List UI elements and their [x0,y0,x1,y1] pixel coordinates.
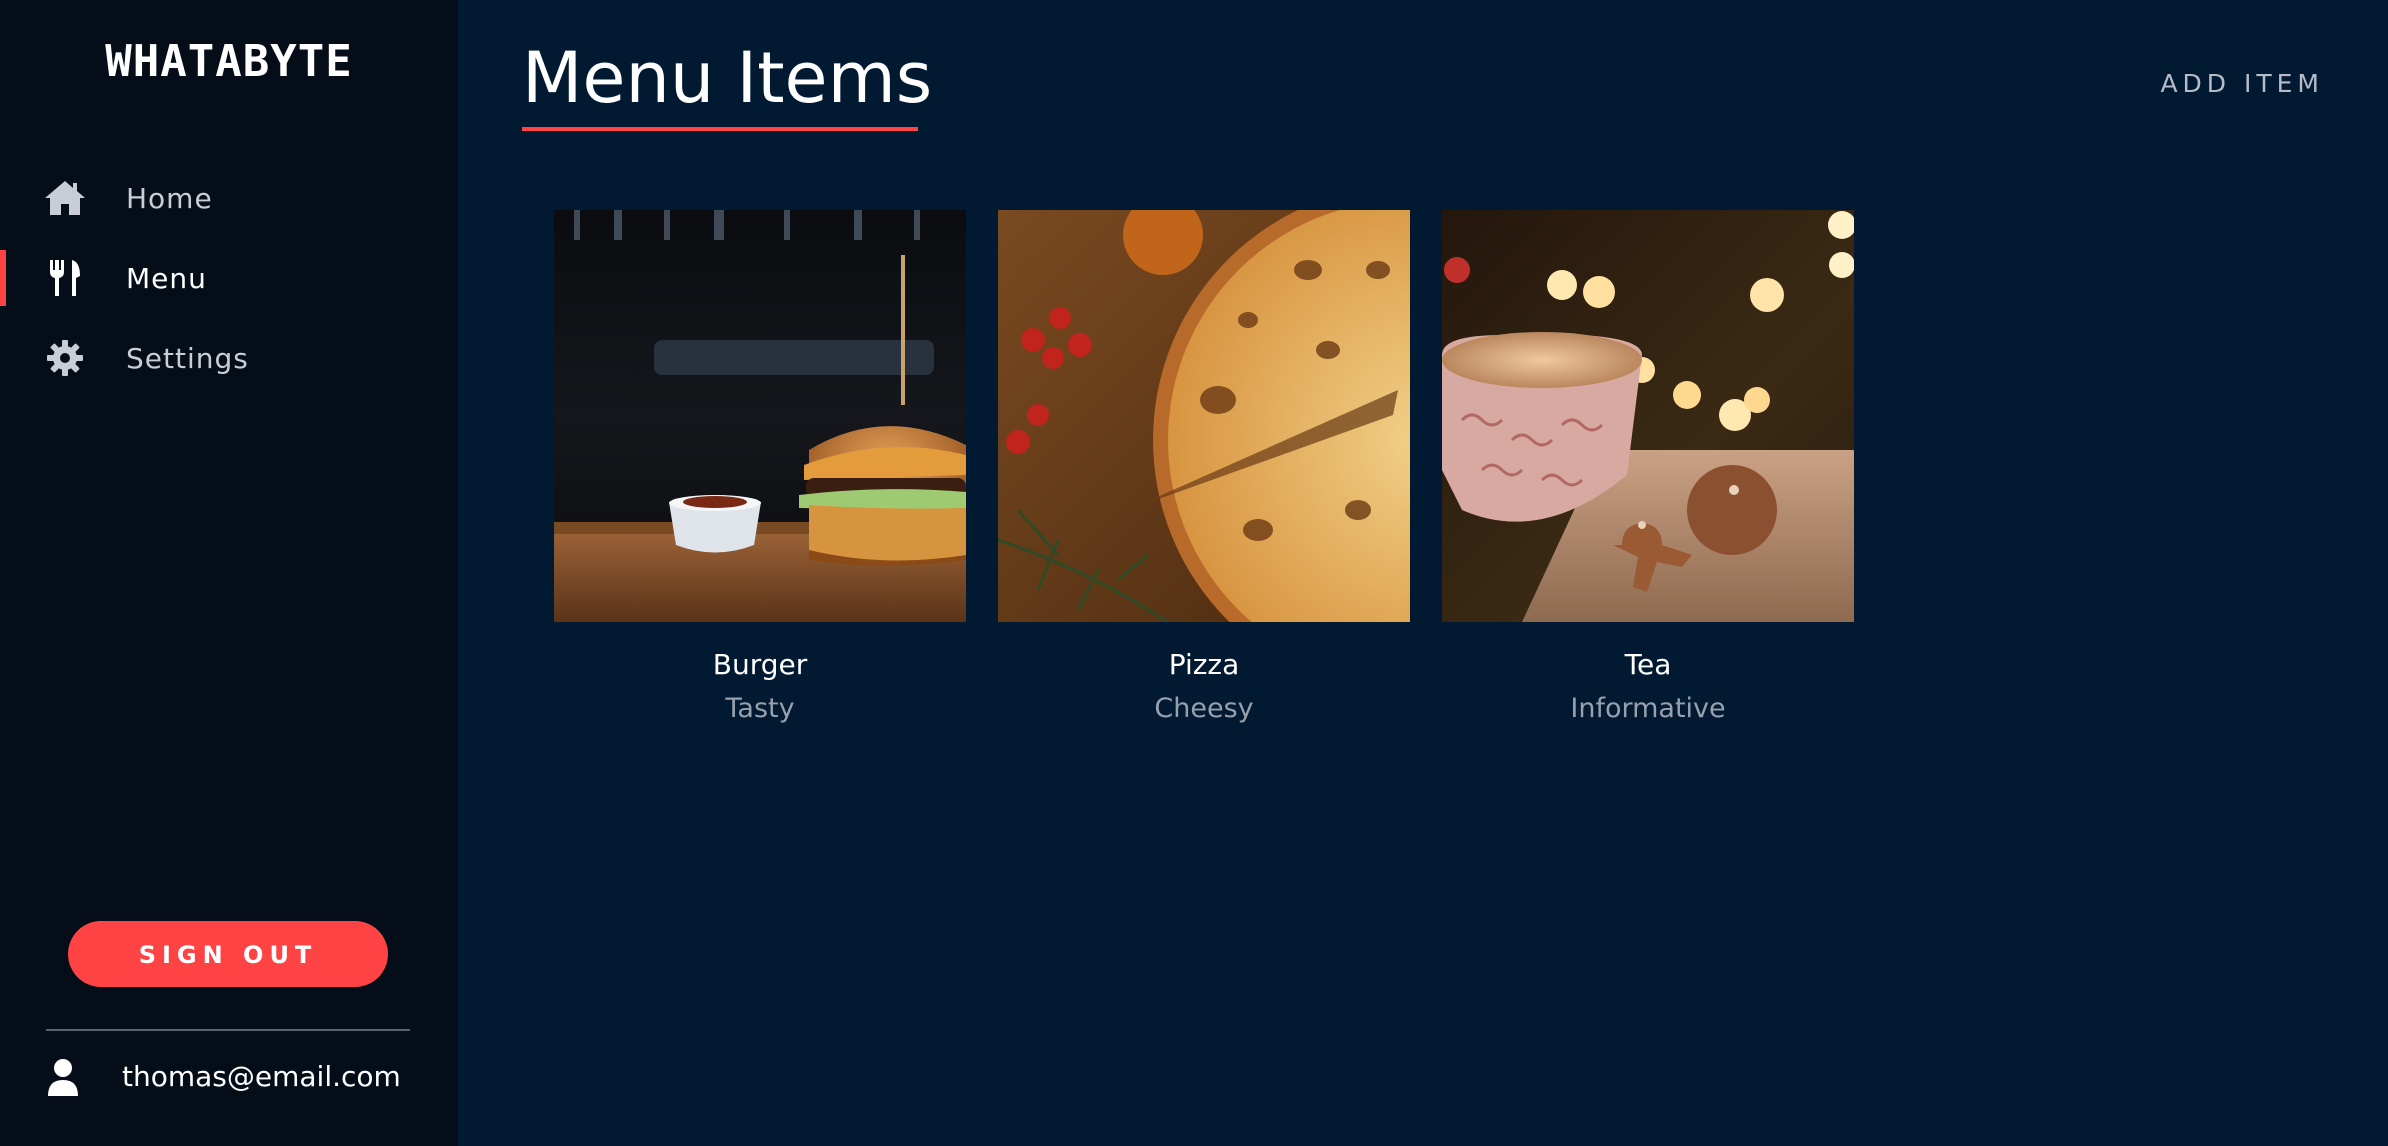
title-underline [522,127,918,131]
active-indicator [0,170,6,226]
menu-item-card-burger[interactable]: Burger Tasty [554,210,966,724]
divider [46,1029,410,1031]
menu-item-description: Tasty [725,693,795,724]
sign-out-button[interactable]: SIGN OUT [68,921,388,987]
menu-item-description: Cheesy [1154,693,1254,724]
page-title: Menu Items [522,37,933,119]
menu-item-card-pizza[interactable]: Pizza Cheesy [998,210,1410,724]
menu-item-card-tea[interactable]: Tea Informative [1442,210,1854,724]
pizza-image [998,210,1410,622]
user-icon [44,1058,82,1098]
sidebar-item-label: Home [126,181,213,215]
add-item-button[interactable]: ADD ITEM [2154,68,2330,99]
menu-item-name: Pizza [1168,648,1240,681]
sidebar-item-label: Settings [126,341,249,375]
burger-image [554,210,966,622]
tea-image [1442,210,1854,622]
sidebar-item-label: Menu [126,261,207,295]
brand-logo[interactable]: WHATABYTE [0,36,458,87]
home-icon [44,177,86,219]
active-indicator [0,330,6,386]
app-window: WHATABYTE Home Menu Settings SIGN OUT th… [0,0,2388,1146]
sidebar-item-menu[interactable]: Menu [0,246,458,310]
user-profile[interactable]: thomas@email.com [0,1050,458,1106]
menu-item-name: Tea [1624,648,1672,681]
menu-item-description: Informative [1570,693,1726,724]
sidebar: WHATABYTE Home Menu Settings SIGN OUT th… [0,0,458,1146]
gear-icon [44,337,86,379]
utensils-icon [44,257,86,299]
menu-item-name: Burger [712,648,808,681]
active-indicator [0,250,6,306]
sidebar-item-home[interactable]: Home [0,166,458,230]
sidebar-item-settings[interactable]: Settings [0,326,458,390]
user-email: thomas@email.com [122,1060,401,1093]
